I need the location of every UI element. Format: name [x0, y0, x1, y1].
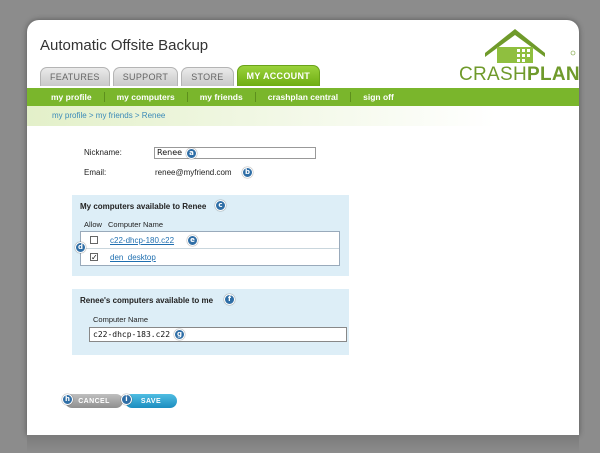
tab-features[interactable]: FEATURES — [40, 67, 110, 86]
friend-computer-name-header: Computer Name — [93, 315, 149, 324]
window-bottom-shadow — [27, 435, 579, 453]
logo-word-plan: PLAN — [527, 64, 579, 85]
callout-badge-c: c — [215, 200, 226, 211]
nickname-field[interactable]: Renee — [154, 147, 316, 159]
email-value: renee@myfriend.com — [155, 168, 232, 177]
friend-computers-title: Renee's computers available to me — [80, 296, 214, 305]
tab-store[interactable]: STORE — [181, 67, 234, 86]
allow-checkbox-row-1[interactable] — [90, 236, 98, 244]
shared-computers-title: My computers available to Renee — [80, 202, 207, 211]
computer-name-column-header: Computer Name — [108, 220, 164, 229]
nav-my-profile[interactable]: my profile — [39, 92, 105, 102]
callout-badge-g: g — [174, 329, 185, 340]
callout-badge-a: a — [186, 148, 197, 159]
callout-badge-e: e — [187, 235, 198, 246]
table-row-divider — [81, 248, 339, 249]
nav-sign-off[interactable]: sign off — [351, 92, 406, 102]
callout-badge-d: d — [75, 242, 86, 253]
computer-link-row-2[interactable]: den_desktop — [110, 253, 156, 262]
callout-badge-b: b — [242, 167, 253, 178]
save-button[interactable]: SAVE — [125, 394, 177, 408]
callout-badge-i: i — [121, 394, 132, 405]
nav-my-friends[interactable]: my friends — [188, 92, 256, 102]
callout-badge-f: f — [224, 294, 235, 305]
app-window: Automatic Offsite Backup CRASHPLAN FEATU… — [27, 20, 579, 435]
nickname-label: Nickname: — [84, 148, 122, 157]
logo-wordmark: CRASHPLAN — [459, 64, 579, 86]
sub-nav-bar: my profile my computers my friends crash… — [27, 88, 579, 106]
email-label: Email: — [84, 168, 107, 177]
nav-crashplan-central[interactable]: crashplan central — [256, 92, 352, 102]
computer-link-row-1[interactable]: c22-dhcp-180.c22 — [110, 236, 174, 245]
nav-my-computers[interactable]: my computers — [105, 92, 188, 102]
logo-word-crash: CRASH — [459, 64, 528, 85]
allow-checkbox-row-2[interactable]: ✓ — [90, 253, 98, 262]
breadcrumb[interactable]: my profile > my friends > Renee — [52, 111, 165, 120]
cancel-button[interactable]: CANCEL — [65, 394, 123, 408]
allow-column-header: Allow — [84, 220, 102, 229]
top-tabs: FEATURES SUPPORT STORE MY ACCOUNT — [40, 65, 321, 86]
friend-computer-field[interactable]: c22-dhcp-183.c22 — [89, 327, 347, 342]
tab-support[interactable]: SUPPORT — [112, 67, 179, 86]
app-title: Automatic Offsite Backup — [40, 37, 209, 54]
tab-my-account[interactable]: MY ACCOUNT — [236, 65, 321, 86]
callout-badge-h: h — [62, 394, 73, 405]
